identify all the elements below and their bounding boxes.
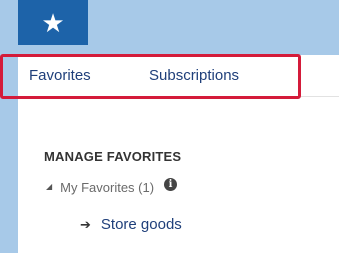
info-icon[interactable]: i	[164, 178, 178, 191]
tree-root-label: My Favorites (1)	[60, 180, 155, 195]
collapse-toggle-icon[interactable]: ◢	[46, 182, 52, 191]
tree-item-label: Store goods	[100, 216, 182, 233]
star-icon: ★	[41, 7, 65, 38]
tree-item-store-goods[interactable]: ➔ Store goods	[80, 216, 182, 233]
manage-favorites-heading: MANAGE FAVORITES	[44, 149, 182, 164]
arrow-right-icon: ➔	[80, 216, 91, 232]
favorites-star-button[interactable]: ★	[18, 0, 88, 45]
tree-root-my-favorites[interactable]: ◢ My Favorites (1) i	[46, 178, 178, 195]
tabs-highlight-box	[0, 54, 301, 99]
